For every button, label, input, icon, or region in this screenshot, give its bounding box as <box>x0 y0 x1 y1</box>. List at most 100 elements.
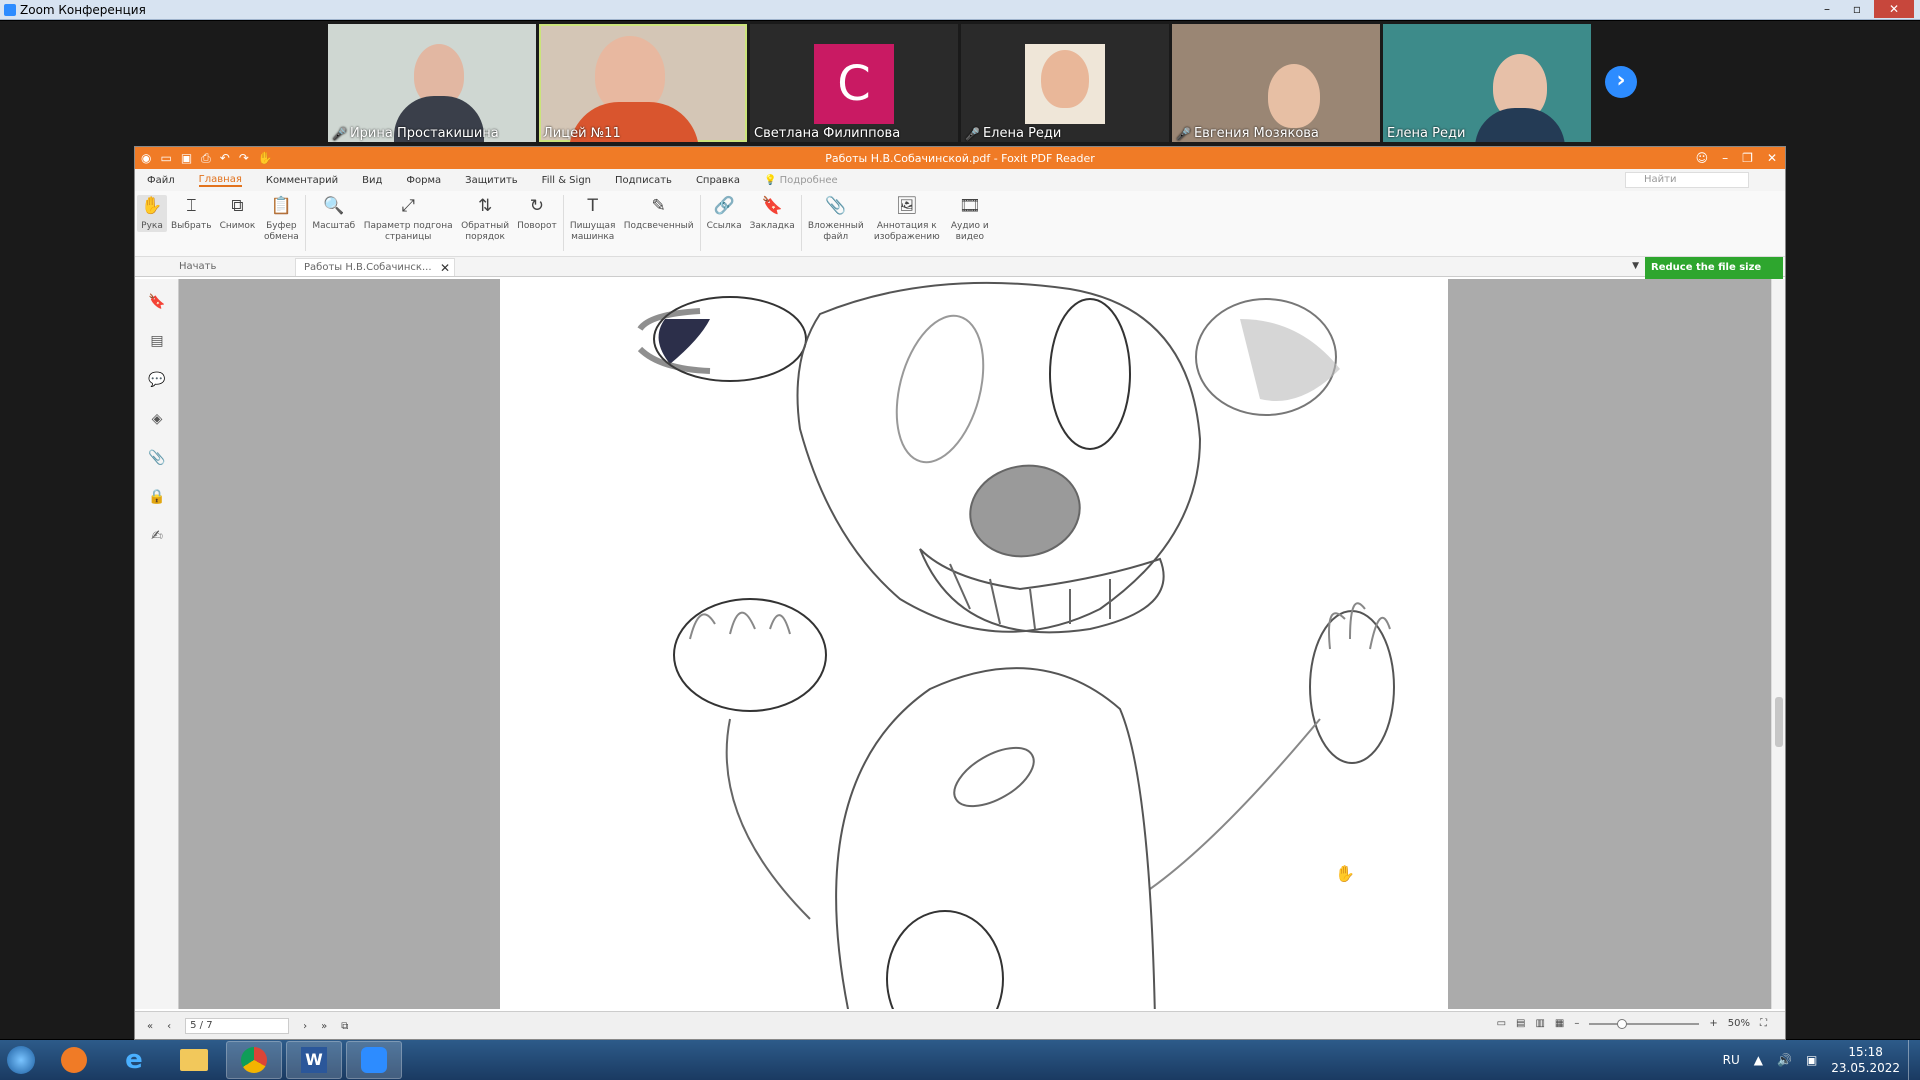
pages-panel-icon[interactable]: ▤ <box>135 325 179 357</box>
facing-icon[interactable]: ▥ <box>1535 1018 1544 1029</box>
comments-panel-icon[interactable]: 💬 <box>135 364 179 396</box>
zoom-slider[interactable] <box>1589 1018 1700 1029</box>
tab-document-label: Работы Н.В.Собачинск... <box>304 262 432 273</box>
menu-home[interactable]: Главная <box>198 174 242 187</box>
last-page-icon[interactable]: » <box>321 1021 327 1032</box>
drawing-belly <box>886 910 1004 1009</box>
page-view-icon[interactable]: ⧉ <box>341 1021 348 1032</box>
select-tool-button[interactable]: ⌶ Выбрать <box>167 195 216 232</box>
pdf-page[interactable]: ✋ <box>500 279 1448 1009</box>
continuous-icon[interactable]: ▤ <box>1516 1018 1525 1029</box>
signature-panel-icon[interactable]: ✍ <box>135 520 179 552</box>
drawing-belly-spot <box>953 746 1035 808</box>
tell-me-hint[interactable]: 💡 Подробнее <box>764 175 838 186</box>
menu-sign[interactable]: Подписать <box>615 175 672 186</box>
tab-start[interactable]: Начать <box>171 258 295 276</box>
media-player-app[interactable] <box>46 1041 102 1079</box>
word-app[interactable]: W <box>286 1041 342 1079</box>
menu-fill-sign[interactable]: Fill & Sign <box>542 175 591 186</box>
zoom-in-icon[interactable]: + <box>1709 1018 1717 1029</box>
single-page-icon[interactable]: ▭ <box>1497 1018 1506 1029</box>
participant-tile[interactable]: Лицей №11 <box>539 24 747 142</box>
zoom-app[interactable] <box>346 1041 402 1079</box>
ribbon-toolbar: ✋ Рука ⌶ Выбрать ⧉ Снимок 📋 Буфер обмена 🔍 Ма… <box>135 191 1785 257</box>
start-button[interactable] <box>0 1040 42 1080</box>
bookmark-button[interactable]: 🔖 Закладка <box>746 195 799 232</box>
layers-panel-icon[interactable]: ◈ <box>135 403 179 435</box>
zoom-out-icon[interactable]: – <box>1574 1018 1579 1029</box>
clock[interactable]: 15:18 23.05.2022 <box>1831 1044 1900 1076</box>
menu-view[interactable]: Вид <box>362 175 382 186</box>
bookmarks-panel-icon[interactable]: 🔖 <box>135 286 179 318</box>
tab-document[interactable]: Работы Н.В.Собачинск... ✕ <box>295 258 455 276</box>
participant-tile[interactable]: С Светлана Филиппова <box>750 24 958 142</box>
minimize-button[interactable]: – <box>1814 0 1840 18</box>
network-icon[interactable]: ▣ <box>1806 1053 1817 1067</box>
muted-mic-icon: 🎤 <box>965 126 980 141</box>
status-bar: « ‹ 5 / 7 › » ⧉ ▭ ▤ ▥ ▦ – + 50% ⛶ <box>135 1011 1785 1039</box>
search-input[interactable]: Найти <box>1625 172 1749 188</box>
restore-button[interactable]: ❐ <box>1742 151 1753 165</box>
tool-label: Ссылка <box>706 221 742 231</box>
link-button[interactable]: 🔗 Ссылка <box>703 195 746 232</box>
tray-expand-icon[interactable]: ▲ <box>1754 1053 1763 1067</box>
first-page-icon[interactable]: « <box>147 1021 153 1032</box>
page-number-input[interactable]: 5 / 7 <box>185 1018 290 1034</box>
reduce-file-size-button[interactable]: Reduce the file size <box>1645 257 1783 279</box>
next-page-icon[interactable]: › <box>303 1021 307 1032</box>
internet-explorer-app[interactable]: e <box>106 1041 162 1079</box>
volume-icon[interactable]: 🔊 <box>1777 1053 1792 1067</box>
media-player-icon <box>61 1047 87 1073</box>
menu-form[interactable]: Форма <box>406 175 441 186</box>
tabs-dropdown-icon[interactable]: ▼ <box>1632 261 1639 271</box>
drawing-body <box>835 667 1156 1009</box>
menu-protect[interactable]: Защитить <box>465 175 518 186</box>
hand-tool-button[interactable]: ✋ Рука <box>137 195 167 232</box>
reverse-order-button[interactable]: ⇅ Обратный порядок <box>457 195 513 243</box>
hand-icon: ✋ <box>141 196 163 216</box>
participant-tile[interactable]: 🎤 Ирина Простакишина <box>328 24 536 142</box>
divider <box>699 195 701 251</box>
page-fit-button[interactable]: ⤢ Параметр подгона страницы <box>359 195 457 243</box>
close-tab-icon[interactable]: ✕ <box>440 261 450 275</box>
rotate-button[interactable]: ↻ Поворот <box>513 195 561 232</box>
image-annotation-button[interactable]: 🖼 Аннотация к изображению <box>868 195 946 243</box>
language-indicator[interactable]: RU <box>1723 1053 1740 1067</box>
drawing-hand-left <box>673 598 827 712</box>
zoom-level[interactable]: 50% <box>1728 1018 1750 1029</box>
menu-help[interactable]: Справка <box>696 175 740 186</box>
chrome-app[interactable] <box>226 1041 282 1079</box>
media-icon: 🎞 <box>958 196 981 216</box>
menu-comment[interactable]: Комментарий <box>266 175 338 186</box>
maximize-button[interactable]: ▫ <box>1844 0 1870 18</box>
audio-video-button[interactable]: 🎞 Аудио и видео <box>946 195 994 243</box>
participant-tile[interactable]: 🎤 Евгения Мозякова <box>1172 24 1380 142</box>
fullscreen-icon[interactable]: ⛶ <box>1760 1018 1767 1029</box>
clipboard-button[interactable]: 📋 Буфер обмена <box>259 195 303 243</box>
minimize-button[interactable]: – <box>1722 151 1728 165</box>
close-button[interactable]: ✕ <box>1767 151 1777 165</box>
participant-tile[interactable]: 🎤 Елена Реди <box>961 24 1169 142</box>
zoom-button[interactable]: 🔍 Масштаб <box>308 195 359 232</box>
next-page-icon[interactable]: › <box>1605 66 1637 98</box>
prev-page-icon[interactable]: ‹ <box>167 1021 171 1032</box>
explorer-app[interactable] <box>166 1041 222 1079</box>
document-tabs: Начать Работы Н.В.Собачинск... ✕ ▼ Reduce… <box>135 257 1785 279</box>
highlight-button[interactable]: ✎ Подсвеченный <box>620 195 698 232</box>
drawing-ear-shading <box>658 319 710 364</box>
show-desktop-button[interactable] <box>1908 1040 1920 1080</box>
close-button[interactable]: ✕ <box>1874 0 1914 18</box>
scrollbar-thumb[interactable] <box>1775 697 1783 747</box>
participant-tile[interactable]: Елена Реди <box>1383 24 1591 142</box>
menu-file[interactable]: Файл <box>147 175 175 186</box>
security-panel-icon[interactable]: 🔒 <box>135 481 179 513</box>
tool-label: Обратный порядок <box>461 221 510 242</box>
vertical-scrollbar[interactable] <box>1771 279 1785 1009</box>
typewriter-button[interactable]: T Пишущая машинка <box>566 195 620 243</box>
account-icon[interactable]: ☺ <box>1696 151 1709 165</box>
attachments-panel-icon[interactable]: 📎 <box>135 442 179 474</box>
attach-file-button[interactable]: 📎 Вложенный файл <box>804 195 868 243</box>
participant-strip: 🎤 Ирина Простакишина Лицей №11 С Светлана… <box>328 24 1591 142</box>
snapshot-button[interactable]: ⧉ Снимок <box>216 195 260 232</box>
cover-icon[interactable]: ▦ <box>1555 1018 1564 1029</box>
